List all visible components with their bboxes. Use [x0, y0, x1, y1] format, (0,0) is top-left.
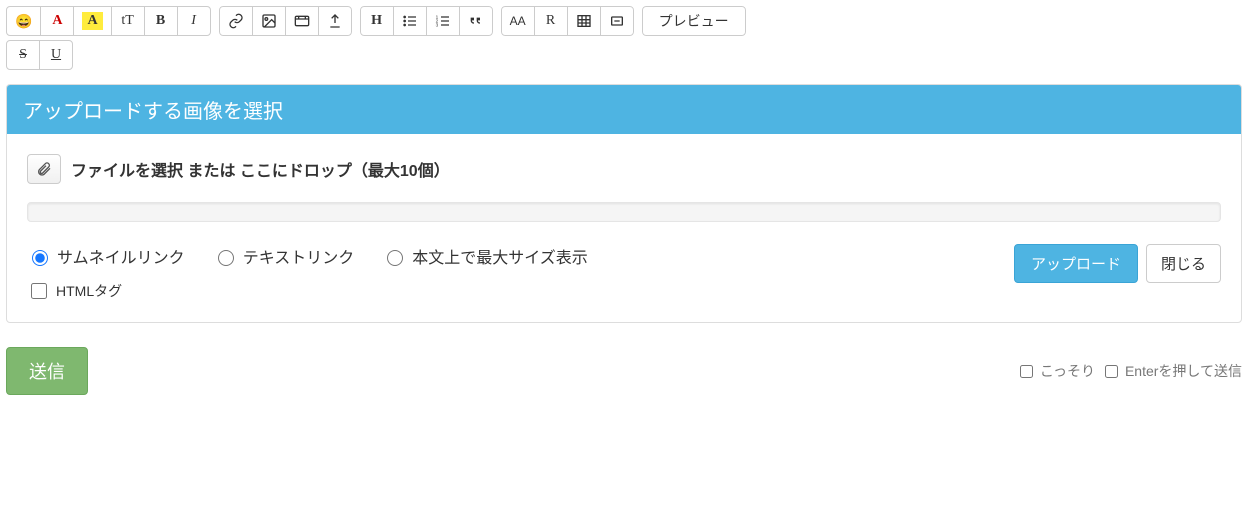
close-button[interactable]: 閉じる	[1146, 244, 1221, 283]
ul-button[interactable]	[393, 6, 427, 36]
strike-icon: S	[19, 47, 27, 63]
video-icon	[294, 13, 310, 29]
toolbar-group-insert	[219, 6, 352, 36]
image-icon	[261, 13, 277, 29]
aa-button[interactable]: AA	[501, 6, 535, 36]
table-button[interactable]	[567, 6, 601, 36]
radio-max-input[interactable]	[387, 250, 403, 266]
strike-button[interactable]: S	[6, 40, 40, 70]
quote-button[interactable]	[459, 6, 493, 36]
file-select-row: ファイルを選択 または ここにドロップ（最大10個）	[27, 154, 1221, 184]
ol-button[interactable]: 123	[426, 6, 460, 36]
enter-send-check[interactable]: Enterを押して送信	[1101, 361, 1242, 381]
r-icon: R	[546, 13, 555, 29]
attach-button[interactable]	[27, 154, 61, 184]
table-icon	[576, 13, 592, 29]
footer-row: 送信 こっそり Enterを押して送信	[6, 347, 1242, 395]
emoji-button[interactable]: 😄	[6, 6, 41, 36]
radio-text-link[interactable]: テキストリンク	[213, 244, 355, 268]
upload-button[interactable]: アップロード	[1014, 244, 1138, 283]
panel-title: アップロードする画像を選択	[7, 85, 1241, 134]
list-ul-icon	[402, 13, 418, 29]
secret-check[interactable]: こっそり	[1016, 361, 1095, 381]
footer-options: こっそり Enterを押して送信	[1016, 361, 1242, 381]
italic-icon: I	[191, 13, 196, 29]
heading-icon: H	[371, 13, 382, 29]
panel-buttons: アップロード 閉じる	[1014, 244, 1221, 283]
check-html-input[interactable]	[31, 283, 47, 299]
link-button[interactable]	[219, 6, 253, 36]
toolbar-group-block: H 123	[360, 6, 493, 36]
italic-button[interactable]: I	[177, 6, 211, 36]
radio-text-input[interactable]	[218, 250, 234, 266]
fold-button[interactable]	[600, 6, 634, 36]
enter-send-check-input[interactable]	[1105, 365, 1118, 378]
radio-thumbnail-input[interactable]	[32, 250, 48, 266]
bg-color-icon: A	[82, 12, 102, 30]
list-ol-icon: 123	[435, 13, 451, 29]
video-button[interactable]	[285, 6, 319, 36]
link-icon	[228, 13, 244, 29]
secret-check-input[interactable]	[1020, 365, 1033, 378]
check-html-label: HTMLタグ	[56, 281, 122, 301]
heading-button[interactable]: H	[360, 6, 394, 36]
upload-progress-bar	[27, 202, 1221, 222]
upload-toolbar-button[interactable]	[318, 6, 352, 36]
submit-button[interactable]: 送信	[6, 347, 88, 395]
toolbar-group-preview: プレビュー	[642, 6, 746, 36]
upload-options: サムネイルリンク テキストリンク 本文上で最大サイズ表示 HTMLタグ	[27, 244, 588, 302]
underline-icon: U	[51, 47, 61, 63]
radio-thumbnail-link[interactable]: サムネイルリンク	[27, 244, 185, 268]
radio-text-label: テキストリンク	[243, 244, 355, 268]
radio-thumbnail-label: サムネイルリンク	[57, 244, 185, 268]
fold-icon	[609, 13, 625, 29]
preview-button[interactable]: プレビュー	[642, 6, 746, 36]
toolbar-group-misc: AA R	[501, 6, 634, 36]
secret-check-label: こっそり	[1040, 361, 1095, 381]
bold-button[interactable]: B	[144, 6, 178, 36]
panel-body: ファイルを選択 または ここにドロップ（最大10個） サムネイルリンク テキスト…	[7, 134, 1241, 322]
emoji-icon: 😄	[15, 13, 32, 30]
underline-button[interactable]: U	[39, 40, 73, 70]
image-button[interactable]	[252, 6, 286, 36]
r-button[interactable]: R	[534, 6, 568, 36]
paperclip-icon	[36, 161, 52, 177]
upload-panel: アップロードする画像を選択 ファイルを選択 または ここにドロップ（最大10個）…	[6, 84, 1242, 323]
svg-text:3: 3	[435, 22, 438, 27]
editor-toolbar: 😄 A A tT B I S U H 123	[6, 6, 1242, 70]
quote-icon	[468, 13, 484, 29]
font-color-button[interactable]: A	[40, 6, 74, 36]
radio-max-size[interactable]: 本文上で最大サイズ表示	[382, 244, 588, 268]
font-color-icon: A	[52, 13, 62, 29]
bg-color-button[interactable]: A	[73, 6, 111, 36]
enter-send-check-label: Enterを押して送信	[1125, 361, 1242, 381]
toolbar-group-format: 😄 A A tT B I S U	[6, 6, 211, 70]
text-size-button[interactable]: tT	[111, 6, 145, 36]
check-html-tag[interactable]: HTMLタグ	[27, 280, 122, 302]
upload-icon	[327, 13, 343, 29]
file-drop-label[interactable]: ファイルを選択 または ここにドロップ（最大10個）	[71, 157, 450, 181]
bold-icon: B	[156, 13, 165, 29]
text-size-icon: tT	[121, 13, 133, 29]
radio-max-label: 本文上で最大サイズ表示	[412, 244, 588, 268]
aa-icon: AA	[510, 14, 526, 28]
